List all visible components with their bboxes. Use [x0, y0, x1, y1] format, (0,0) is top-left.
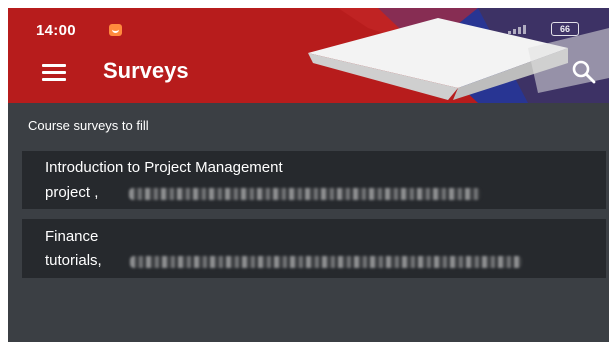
app-header: 14:00 66 Surveys	[8, 8, 609, 103]
app-screen: 14:00 66 Surveys Course surveys to fill …	[8, 8, 609, 342]
search-icon[interactable]	[570, 58, 598, 86]
section-title: Course surveys to fill	[28, 118, 149, 133]
signal-icon	[508, 25, 526, 34]
survey-card[interactable]: Introduction to Project Management proje…	[22, 151, 606, 209]
page-title: Surveys	[103, 58, 189, 83]
hamburger-menu-icon[interactable]	[42, 64, 66, 81]
survey-card[interactable]: Finance tutorials,	[22, 219, 606, 278]
battery-icon: 66	[551, 22, 579, 36]
redacted-text	[130, 256, 522, 268]
survey-title: Introduction to Project Management	[45, 159, 283, 176]
survey-subtitle: tutorials,	[45, 252, 102, 269]
survey-title: Finance	[45, 228, 99, 245]
header-graduation-cap-art	[308, 8, 609, 103]
redacted-text	[129, 188, 481, 200]
status-time: 14:00	[36, 22, 76, 39]
survey-subtitle: project ,	[45, 184, 99, 201]
orange-app-icon	[109, 24, 122, 36]
